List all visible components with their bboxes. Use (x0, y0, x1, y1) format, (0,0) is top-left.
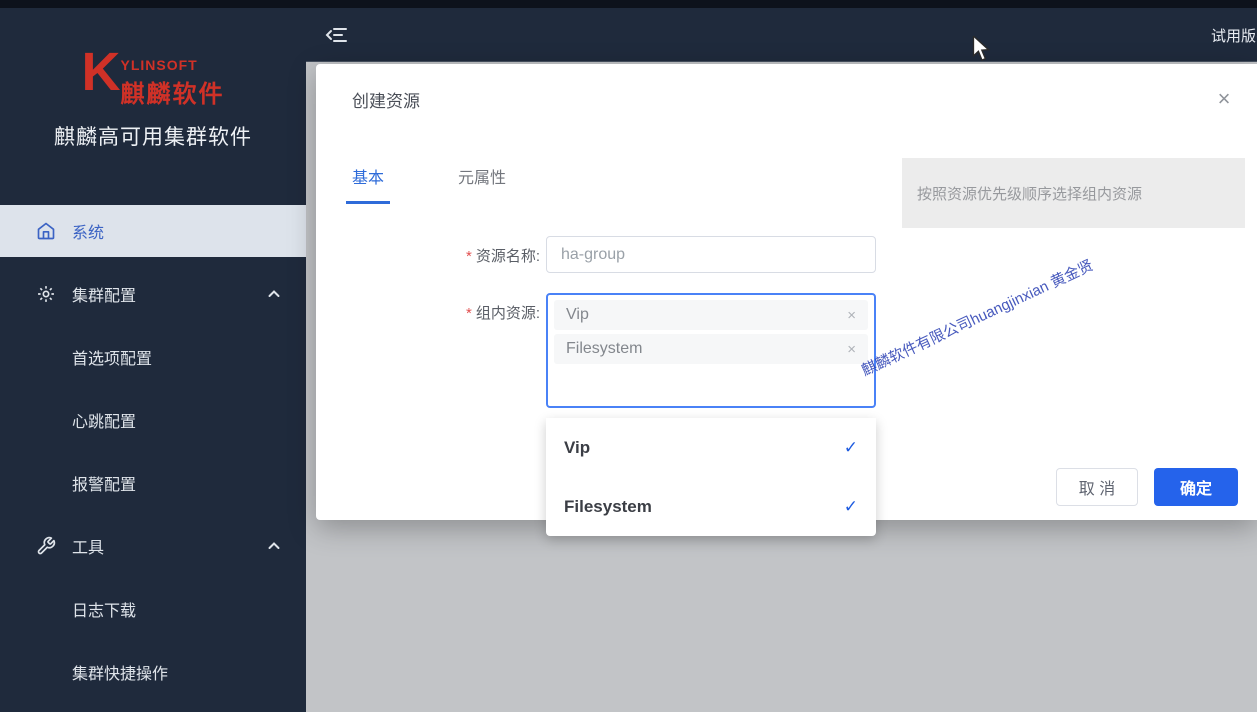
tag-label: Filesystem (566, 340, 643, 357)
sidebar-item-preferences-config[interactable]: 首选项配置 (0, 331, 306, 383)
sidebar-item-label: 系统 (72, 225, 105, 242)
sidebar-item-label: 工具 (72, 540, 105, 557)
group-resources-select[interactable]: Vip × Filesystem × (546, 293, 876, 408)
group-resources-dropdown: Vip ✓ Filesystem ✓ (546, 418, 876, 536)
cancel-button[interactable]: 取 消 (1056, 468, 1138, 506)
dialog-tabs: 基本 元属性 (346, 164, 512, 204)
window-top-strip (0, 0, 1257, 8)
resource-name-label: * 资源名称: (465, 248, 540, 265)
priority-hint-box: 按照资源优先级顺序选择组内资源 (902, 158, 1245, 228)
home-icon (37, 222, 55, 240)
required-asterisk: * (465, 248, 472, 265)
dialog-title: 创建资源 (352, 92, 420, 111)
check-icon: ✓ (843, 496, 858, 517)
gear-icon (38, 286, 54, 302)
tab-meta-attributes[interactable]: 元属性 (452, 164, 512, 204)
dropdown-option-filesystem[interactable]: Filesystem ✓ (546, 477, 876, 536)
product-name: 麒麟高可用集群软件 (54, 126, 252, 149)
topbar: 试用版( (306, 8, 1257, 62)
close-icon: × (1217, 86, 1231, 111)
sidebar-item-label: 报警配置 (72, 477, 137, 494)
resource-name-input[interactable] (546, 236, 876, 273)
group-resources-label: * 组内资源: (465, 305, 540, 322)
selected-tag-vip: Vip × (554, 300, 868, 330)
dropdown-option-vip[interactable]: Vip ✓ (546, 418, 876, 477)
trial-version-label: 试用版( (1211, 28, 1257, 45)
sidebar-item-heartbeat-config[interactable]: 心跳配置 (0, 394, 306, 446)
sidebar-item-cluster-shortcuts[interactable]: 集群快捷操作 (0, 646, 306, 698)
logo-k-letter: K (81, 42, 121, 102)
logo-brand-en: YLINSOFT (120, 57, 198, 73)
priority-hint-text: 按照资源优先级顺序选择组内资源 (917, 185, 1143, 203)
sidebar-item-log-download[interactable]: 日志下载 (0, 583, 306, 635)
wrench-icon (37, 536, 56, 555)
sidebar-item-label: 集群快捷操作 (72, 666, 169, 683)
chevron-up-icon (268, 542, 280, 549)
sidebar-item-label: 日志下载 (72, 603, 137, 620)
remove-tag-icon[interactable]: × (847, 308, 856, 323)
required-asterisk: * (465, 305, 472, 322)
sidebar-item-tools[interactable]: 工具 (0, 520, 306, 572)
kylinsoft-logo: K YLINSOFT 麒麟软件 (0, 8, 306, 109)
create-resource-dialog: 创建资源 × 基本 元属性 按照资源优先级顺序选择组内资源 *资源名称: *组内… (316, 64, 1257, 536)
close-button[interactable]: × (1210, 86, 1238, 114)
logo-brand-cn: 麒麟软件 (120, 81, 225, 108)
option-label: Vip (564, 437, 591, 457)
menu-fold-icon[interactable] (325, 23, 349, 47)
remove-tag-icon[interactable]: × (847, 342, 856, 357)
tab-basic[interactable]: 基本 (346, 164, 391, 204)
sidebar-item-label: 集群配置 (72, 288, 137, 305)
confirm-button[interactable]: 确定 (1154, 468, 1238, 506)
sidebar-nav: 系统 集群配置 首选项配置 心跳配置 报警配置 工具 日志下载 集群快捷操作 (0, 205, 306, 709)
sidebar-item-label: 首选项配置 (72, 351, 153, 368)
sidebar-item-alarm-config[interactable]: 报警配置 (0, 457, 306, 509)
chevron-up-icon (268, 290, 280, 297)
sidebar: K YLINSOFT 麒麟软件 麒麟高可用集群软件 系统 集群配置 首选项配置 … (0, 8, 306, 712)
sidebar-item-label: 心跳配置 (72, 414, 137, 431)
sidebar-item-cluster-config[interactable]: 集群配置 (0, 268, 306, 320)
check-icon: ✓ (843, 437, 858, 458)
tag-label: Vip (566, 306, 589, 323)
selected-tag-filesystem: Filesystem × (554, 334, 868, 364)
option-label: Filesystem (564, 496, 652, 516)
sidebar-item-system[interactable]: 系统 (0, 205, 306, 257)
